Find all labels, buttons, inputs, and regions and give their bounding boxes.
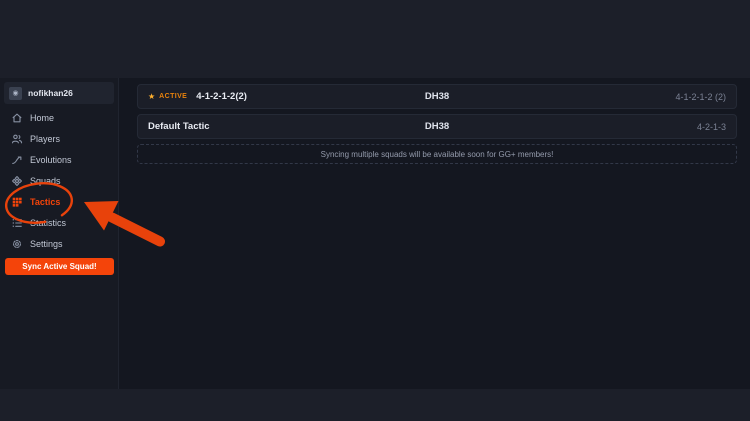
tactic-row-default[interactable]: Default Tactic DH38 4-2-1-3 xyxy=(137,114,737,139)
sidebar-item-label: Settings xyxy=(30,238,63,249)
tactic-formation: 4-2-1-3 xyxy=(696,121,726,132)
sidebar-item-statistics[interactable]: Statistics xyxy=(0,212,118,233)
players-icon xyxy=(11,134,23,143)
sidebar-item-players[interactable]: Players xyxy=(0,128,118,149)
tactic-code: DH38 xyxy=(424,121,450,132)
sidebar-item-home[interactable]: Home xyxy=(0,107,118,128)
sync-notice-text: Syncing multiple squads will be availabl… xyxy=(320,149,554,159)
tactic-name: Default Tactic xyxy=(148,121,210,132)
app-window: ◉ nofikhan26 Home Players Evolutions Squ… xyxy=(0,78,750,389)
username: nofikhan26 xyxy=(28,88,73,98)
gear-icon xyxy=(13,239,21,248)
sidebar-item-settings[interactable]: Settings xyxy=(0,233,118,254)
tactic-name: 4-1-2-1-2(2) xyxy=(196,91,247,102)
sidebar-item-label: Tactics xyxy=(30,196,61,207)
tactic-row-title: Default Tactic xyxy=(148,121,210,132)
sidebar-item-label: Evolutions xyxy=(30,154,72,165)
sidebar-item-evolutions[interactable]: Evolutions xyxy=(0,149,118,170)
home-icon xyxy=(12,113,22,122)
sidebar-item-label: Squads xyxy=(30,175,61,186)
tactics-icon xyxy=(12,197,22,207)
active-badge: ACTIVE xyxy=(159,93,188,100)
user-profile[interactable]: ◉ nofikhan26 xyxy=(4,82,114,104)
tactics-panel: ★ ACTIVE 4-1-2-1-2(2) DH38 4-1-2-1-2 (2)… xyxy=(119,78,750,389)
sync-notice: Syncing multiple squads will be availabl… xyxy=(137,144,737,164)
squads-icon xyxy=(11,175,23,186)
sidebar-item-label: Home xyxy=(30,112,55,123)
statistics-icon xyxy=(12,218,22,227)
tactic-formation: 4-1-2-1-2 (2) xyxy=(675,91,726,102)
tactic-row-active[interactable]: ★ ACTIVE 4-1-2-1-2(2) DH38 4-1-2-1-2 (2) xyxy=(137,84,737,109)
avatar: ◉ xyxy=(9,86,22,100)
tactic-row-title: ★ ACTIVE 4-1-2-1-2(2) xyxy=(148,91,247,102)
evolutions-icon xyxy=(12,155,22,164)
sidebar-item-squads[interactable]: Squads xyxy=(0,170,118,191)
sidebar-item-label: Statistics xyxy=(30,217,67,228)
star-icon: ★ xyxy=(148,91,156,101)
sidebar-item-tactics[interactable]: Tactics xyxy=(0,191,118,212)
sidebar-item-label: Players xyxy=(30,133,61,144)
sidebar: ◉ nofikhan26 Home Players Evolutions Squ… xyxy=(0,78,119,389)
sync-active-squad-button[interactable]: Sync Active Squad! xyxy=(5,258,114,275)
